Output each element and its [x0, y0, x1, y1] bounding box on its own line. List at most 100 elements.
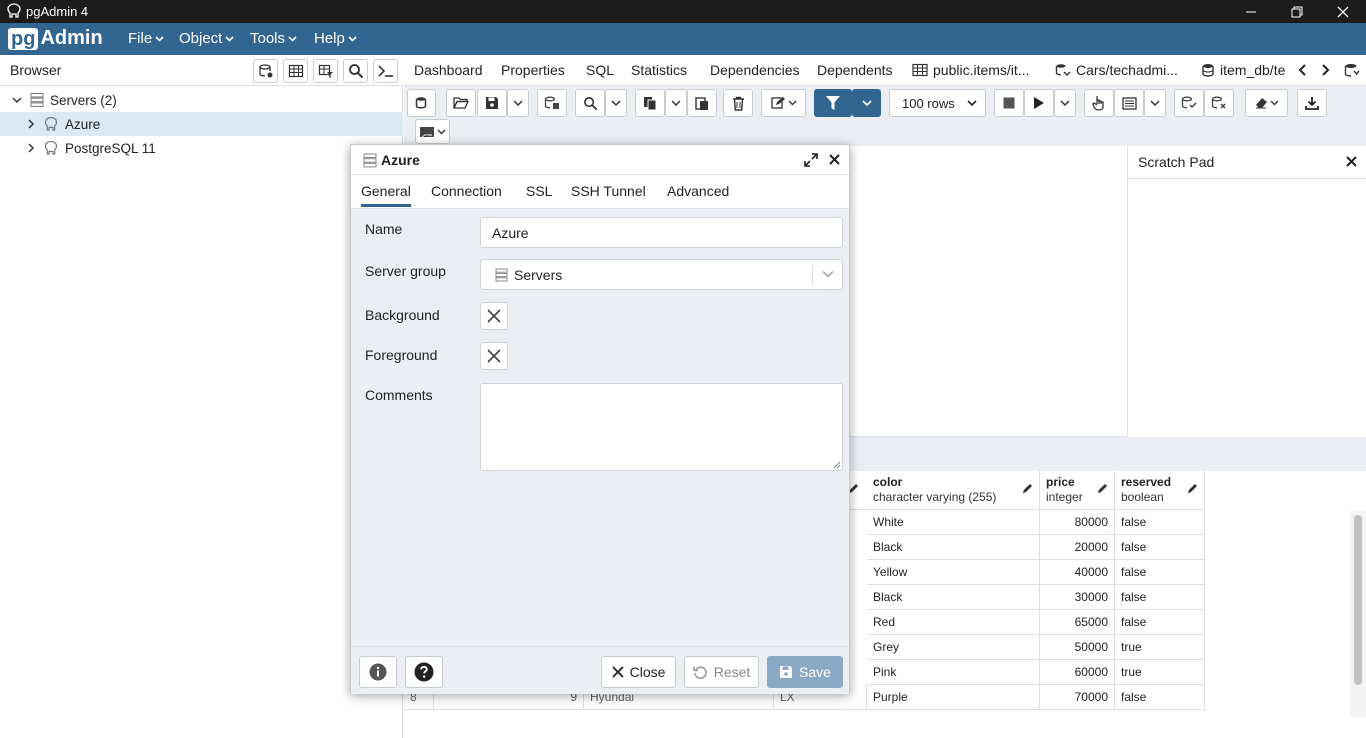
- tab-dashboard[interactable]: Dashboard: [414, 62, 483, 78]
- copy-button[interactable]: [635, 89, 665, 117]
- copy-dropdown-button[interactable]: [665, 89, 687, 117]
- tab-view-data[interactable]: public.items/it...: [912, 62, 1029, 78]
- restore-button[interactable]: [1274, 0, 1320, 23]
- cell-reserved[interactable]: true: [1115, 660, 1205, 685]
- reset-button[interactable]: Reset: [684, 656, 759, 688]
- tree-node-postgresql-11[interactable]: PostgreSQL 11: [0, 136, 403, 160]
- menu-object[interactable]: Object: [179, 30, 234, 47]
- menu-tools[interactable]: Tools: [250, 30, 297, 47]
- tree-node-servers[interactable]: Servers (2): [0, 88, 403, 112]
- cell-reserved[interactable]: false: [1115, 685, 1205, 710]
- find-dropdown-button[interactable]: [605, 89, 627, 117]
- help-button[interactable]: [405, 656, 443, 688]
- close-button[interactable]: Close: [601, 656, 676, 688]
- pencil-icon[interactable]: [1187, 483, 1198, 494]
- pencil-icon[interactable]: [1097, 483, 1108, 494]
- minimize-button[interactable]: [1228, 0, 1274, 23]
- cell-reserved[interactable]: false: [1115, 510, 1205, 535]
- tab-sql[interactable]: SQL: [586, 62, 614, 78]
- delete-button[interactable]: [723, 89, 753, 117]
- cell-price[interactable]: 50000: [1040, 635, 1115, 660]
- cell-price[interactable]: 30000: [1040, 585, 1115, 610]
- cell-color[interactable]: Black: [867, 535, 1040, 560]
- grid-vertical-scrollbar[interactable]: [1350, 511, 1366, 718]
- cell-color[interactable]: Red: [867, 610, 1040, 635]
- info-button[interactable]: [359, 656, 397, 688]
- filtered-rows-button[interactable]: [313, 59, 338, 83]
- name-input[interactable]: Azure: [480, 217, 843, 248]
- find-button[interactable]: [575, 89, 605, 117]
- view-data-button[interactable]: [283, 59, 308, 83]
- cell-color[interactable]: Pink: [867, 660, 1040, 685]
- search-objects-button[interactable]: [343, 59, 368, 83]
- filter-dropdown-button[interactable]: [852, 89, 881, 117]
- close-window-button[interactable]: [1320, 0, 1366, 23]
- cell-price[interactable]: 20000: [1040, 535, 1115, 560]
- chevron-right-icon[interactable]: [25, 118, 37, 130]
- cell-price[interactable]: 80000: [1040, 510, 1115, 535]
- close-icon[interactable]: [829, 154, 840, 165]
- tab-dependencies[interactable]: Dependencies: [710, 62, 800, 78]
- cell-color[interactable]: White: [867, 510, 1040, 535]
- save-data-changes-button[interactable]: [537, 89, 567, 117]
- open-file-button[interactable]: [446, 89, 476, 117]
- save-file-button[interactable]: [477, 89, 507, 117]
- query-tool-button[interactable]: [407, 89, 436, 117]
- cell-reserved[interactable]: true: [1115, 635, 1205, 660]
- tab-scroll-right-button[interactable]: [1319, 64, 1331, 76]
- cell-price[interactable]: 65000: [1040, 610, 1115, 635]
- cell-reserved[interactable]: false: [1115, 535, 1205, 560]
- foreground-color-picker[interactable]: [480, 342, 508, 370]
- rows-limit-select[interactable]: 100 rows: [889, 89, 986, 117]
- tab-general[interactable]: General: [361, 183, 411, 207]
- comments-textarea[interactable]: [480, 383, 843, 471]
- chevron-down-icon[interactable]: [11, 94, 23, 106]
- tab-statistics[interactable]: Statistics: [631, 62, 687, 78]
- commit-button[interactable]: [1174, 89, 1204, 117]
- explain-button[interactable]: [1084, 89, 1114, 117]
- column-header-reserved[interactable]: reserved boolean: [1115, 471, 1205, 510]
- cell-color[interactable]: Grey: [867, 635, 1040, 660]
- tab-query-cars[interactable]: Cars/techadmi...: [1055, 62, 1178, 78]
- save-button[interactable]: Save: [767, 656, 843, 688]
- cell-reserved[interactable]: false: [1115, 560, 1205, 585]
- paste-button[interactable]: [687, 89, 717, 117]
- execute-dropdown-button[interactable]: [1054, 89, 1076, 117]
- tab-advanced[interactable]: Advanced: [667, 183, 729, 199]
- explain-analyze-button[interactable]: [1114, 89, 1144, 117]
- server-group-select[interactable]: Servers: [480, 259, 843, 290]
- scrollbar-thumb[interactable]: [1354, 515, 1362, 685]
- tree-node-azure[interactable]: Azure: [0, 112, 403, 136]
- pencil-icon[interactable]: [1022, 483, 1033, 494]
- cell-color[interactable]: Black: [867, 585, 1040, 610]
- clear-button[interactable]: [1245, 89, 1288, 117]
- cell-price[interactable]: 40000: [1040, 560, 1115, 585]
- column-header-price[interactable]: price integer: [1040, 471, 1115, 510]
- cell-color[interactable]: Yellow: [867, 560, 1040, 585]
- stop-button[interactable]: [994, 89, 1024, 117]
- explain-dropdown-button[interactable]: [1144, 89, 1166, 117]
- menu-file[interactable]: File: [128, 30, 164, 47]
- filter-button[interactable]: [814, 89, 852, 117]
- resize-handle-icon[interactable]: [832, 460, 841, 469]
- macros-button[interactable]: [415, 119, 450, 144]
- rollback-button[interactable]: [1204, 89, 1234, 117]
- maximize-icon[interactable]: [804, 153, 818, 167]
- object-explorer-button[interactable]: [253, 59, 278, 83]
- close-icon[interactable]: [1346, 156, 1357, 167]
- tab-ssh-tunnel[interactable]: SSH Tunnel: [571, 183, 646, 199]
- psql-tool-button[interactable]: [373, 59, 398, 83]
- cell-reserved[interactable]: false: [1115, 585, 1205, 610]
- cell-price[interactable]: 60000: [1040, 660, 1115, 685]
- tab-scroll-left-button[interactable]: [1297, 64, 1309, 76]
- edit-button[interactable]: [761, 89, 806, 117]
- menu-help[interactable]: Help: [314, 30, 357, 47]
- column-header-color[interactable]: color character varying (255): [867, 471, 1040, 510]
- save-dropdown-button[interactable]: [507, 89, 529, 117]
- cell-reserved[interactable]: false: [1115, 610, 1205, 635]
- tab-query-item-db[interactable]: item_db/te: [1201, 62, 1287, 78]
- chevron-down-icon[interactable]: [822, 270, 834, 278]
- dialog-header[interactable]: Azure: [351, 145, 849, 175]
- execute-button[interactable]: [1024, 89, 1054, 117]
- background-color-picker[interactable]: [480, 302, 508, 330]
